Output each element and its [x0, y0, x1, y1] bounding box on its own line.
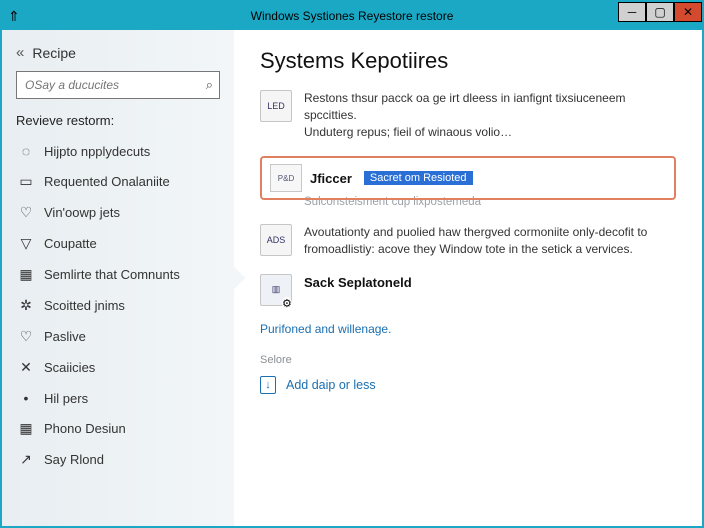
add-button[interactable]: ↓ Add daip or less	[260, 376, 676, 394]
nav-label: Vin'oowp jets	[44, 205, 120, 220]
nav-label: Semlirte that Comnunts	[44, 267, 180, 282]
nav-icon: ▭	[18, 173, 34, 190]
restore-item-4[interactable]: ▥ ⚙ Sack Seplatoneld	[260, 274, 676, 306]
nav-icon: ♡	[18, 328, 34, 345]
nav-label: Paslive	[44, 329, 86, 344]
nav-icon: •	[18, 390, 34, 406]
sidebar-item-6[interactable]: ♡ Paslive	[16, 321, 220, 352]
sidebar-section-title: Revieve restorm:	[16, 113, 220, 128]
nav-label: Scoitted jnims	[44, 298, 125, 313]
item-body: Sack Seplatoneld	[304, 274, 676, 306]
app-icon: ⇑	[8, 8, 20, 25]
add-icon: ↓	[260, 376, 276, 394]
highlighted-item[interactable]: P&D Jficcer Sacret om Resioted	[260, 156, 676, 200]
nav-icon: ◌	[18, 143, 34, 159]
add-label: Add daip or less	[286, 378, 376, 392]
sidebar-item-8[interactable]: • Hil pers	[16, 383, 220, 413]
settings-overlay-icon: ⚙	[282, 297, 292, 310]
nav-label: Hijpto npplydecuts	[44, 144, 150, 159]
window-title: Windows Systiones Reyestore restore	[251, 9, 454, 23]
item-body: Restons thsur pacck oa ge irt dleess in …	[304, 90, 676, 140]
sidebar-item-9[interactable]: ▦ Phono Desiun	[16, 413, 220, 444]
item-line2: Unduterg repus; fieil of winaous volio…	[304, 124, 676, 141]
back-button[interactable]: « Recipe	[16, 44, 220, 61]
nav-label: Scaiicies	[44, 360, 95, 375]
sidebar-item-5[interactable]: ✲ Scoitted jnims	[16, 290, 220, 321]
highlight-badge: Sacret om Resioted	[364, 171, 473, 185]
highlight-title: Jficcer	[310, 171, 352, 186]
search-wrap: ⌕	[16, 71, 220, 99]
back-label: Recipe	[32, 45, 76, 61]
nav-icon: ▦	[18, 420, 34, 437]
restore-item-1[interactable]: LED Restons thsur pacck oa ge irt dleess…	[260, 90, 676, 140]
nav-icon: ✕	[18, 359, 34, 376]
app-window: ⇑ Windows Systiones Reyestore restore ─ …	[0, 0, 704, 528]
maximize-button[interactable]: ▢	[646, 2, 674, 22]
back-icon: «	[16, 44, 24, 61]
body: « Recipe ⌕ Revieve restorm: ◌ Hijpto nppl…	[2, 30, 702, 526]
nav-label: Hil pers	[44, 391, 88, 406]
highlight-icon: P&D	[270, 164, 302, 192]
link-purifoned[interactable]: Purifoned and willenage.	[260, 322, 676, 336]
nav-icon: ▽	[18, 235, 34, 252]
sidebar-item-1[interactable]: ▭ Requented Onalaniite	[16, 166, 220, 197]
sidebar-item-4[interactable]: ▦ Semlirte that Comnunts	[16, 259, 220, 290]
item-icon: LED	[260, 90, 292, 122]
item-line2: fromoadlistiy: acove they Window tote in…	[304, 241, 676, 258]
item-title: Sack Seplatoneld	[304, 274, 676, 292]
sidebar-item-3[interactable]: ▽ Coupatte	[16, 228, 220, 259]
nav-icon: ↗	[18, 451, 34, 468]
sidebar: « Recipe ⌕ Revieve restorm: ◌ Hijpto nppl…	[2, 30, 234, 526]
nav-icon: ✲	[18, 297, 34, 314]
close-button[interactable]: ✕	[674, 2, 702, 22]
restore-item-3[interactable]: ADS Avoutationty and puolied haw thergve…	[260, 224, 676, 258]
sidebar-item-10[interactable]: ↗ Say Rlond	[16, 444, 220, 475]
sidebar-item-0[interactable]: ◌ Hijpto npplydecuts	[16, 136, 220, 166]
search-input[interactable]	[16, 71, 220, 99]
nav-label: Coupatte	[44, 236, 97, 251]
nav-label: Requented Onalaniite	[44, 174, 170, 189]
search-icon[interactable]: ⌕	[206, 77, 213, 93]
minimize-button[interactable]: ─	[618, 2, 646, 22]
page-title: Systems Kepotiires	[260, 48, 676, 74]
item-icon: ADS	[260, 224, 292, 256]
window-controls: ─ ▢ ✕	[618, 2, 702, 22]
selore-label: Selore	[260, 354, 676, 366]
nav-icon: ▦	[18, 266, 34, 283]
item-line1: Avoutationty and puolied haw thergved co…	[304, 224, 676, 241]
nav-icon: ♡	[18, 204, 34, 221]
main-content: Systems Kepotiires LED Restons thsur pac…	[234, 30, 702, 526]
sidebar-item-2[interactable]: ♡ Vin'oowp jets	[16, 197, 220, 228]
sidebar-item-7[interactable]: ✕ Scaiicies	[16, 352, 220, 383]
nav-label: Phono Desiun	[44, 421, 126, 436]
nav-label: Say Rlond	[44, 452, 104, 467]
item-line1: Restons thsur pacck oa ge irt dleess in …	[304, 90, 676, 124]
titlebar: ⇑ Windows Systiones Reyestore restore ─ …	[2, 2, 702, 30]
highlight-row: P&D Jficcer Sacret om Resioted	[270, 164, 666, 192]
item-body: Avoutationty and puolied haw thergved co…	[304, 224, 676, 258]
